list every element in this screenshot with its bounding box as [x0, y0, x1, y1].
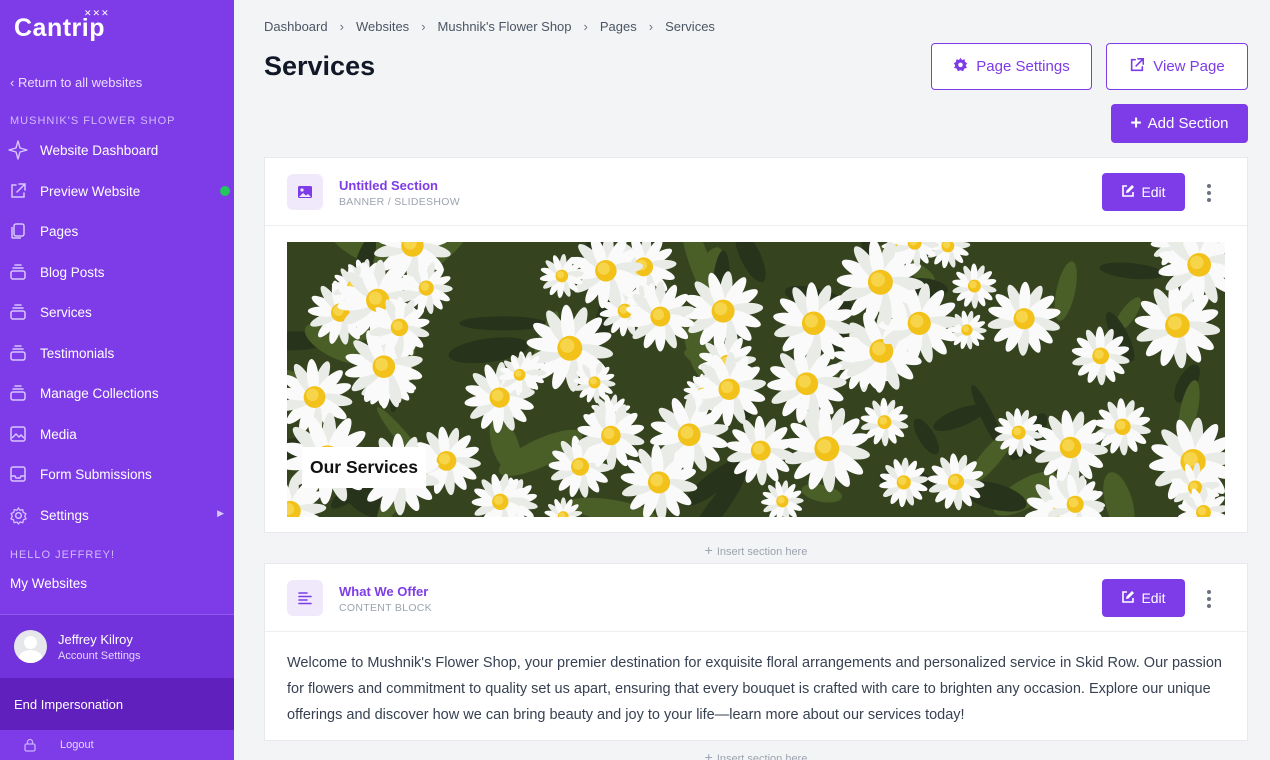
- page-settings-label: Page Settings: [976, 58, 1070, 75]
- text-align-icon: [287, 580, 323, 616]
- breadcrumb-dashboard[interactable]: Dashboard: [264, 19, 328, 34]
- sidebar-item-label: Settings: [40, 507, 89, 523]
- my-websites-link[interactable]: My Websites: [10, 576, 87, 591]
- chevron-right-icon: ›: [339, 19, 344, 34]
- add-section-label: Add Section: [1147, 115, 1229, 132]
- sidebar-item-settings[interactable]: Settings ▶: [0, 497, 234, 533]
- sidebar-item-website-dashboard[interactable]: Website Dashboard: [0, 132, 234, 168]
- sidebar-item-label: Manage Collections: [40, 385, 159, 401]
- sidebar-item-label: Blog Posts: [40, 264, 105, 280]
- sidebar-item-label: Website Dashboard: [40, 142, 159, 158]
- insert-section-label: Insert section here: [716, 546, 808, 558]
- chevron-right-icon: ›: [648, 19, 654, 34]
- banner-image: Our Services: [287, 242, 1225, 517]
- more-options-icon[interactable]: [1207, 590, 1211, 608]
- status-online-dot: [220, 186, 230, 196]
- image-icon: [1, 425, 35, 443]
- daisy-flowers-image: [287, 242, 1225, 517]
- sidebar-item-blog-posts[interactable]: Blog Posts: [0, 254, 234, 290]
- inbox-icon: [1, 465, 35, 483]
- logout-button[interactable]: Logout: [0, 730, 234, 760]
- plus-icon: +: [704, 542, 713, 558]
- image-icon: [287, 174, 323, 210]
- add-section-button[interactable]: + Add Section: [1111, 104, 1248, 143]
- hello-label: HELLO JEFFREY!: [10, 549, 116, 561]
- gear-icon: [1, 506, 35, 525]
- sidebar: Cantrip ✕✕✕ ‹ Return to all websites MUS…: [0, 0, 234, 760]
- collection-icon: [1, 344, 35, 362]
- edit-label: Edit: [1141, 184, 1166, 200]
- cantrip-logo[interactable]: Cantrip ✕✕✕: [14, 8, 109, 43]
- sidebar-item-form-submissions[interactable]: Form Submissions: [0, 456, 234, 492]
- user-account[interactable]: Jeffrey Kilroy Account Settings: [0, 614, 234, 678]
- collection-icon: [1, 384, 35, 402]
- external-link-icon: [1, 182, 35, 200]
- sidebar-item-testimonials[interactable]: Testimonials: [0, 335, 234, 371]
- sidebar-item-label: Services: [40, 304, 92, 320]
- section-header: Untitled Section BANNER / SLIDESHOW Edit: [265, 158, 1247, 226]
- chevron-right-icon: ›: [583, 19, 588, 34]
- lock-icon: [0, 738, 60, 752]
- breadcrumb: Dashboard › Websites › Mushnik's Flower …: [264, 19, 715, 34]
- sidebar-item-preview-website[interactable]: Preview Website: [0, 173, 234, 209]
- insert-section-button[interactable]: + Insert section here: [264, 542, 1248, 558]
- section-title[interactable]: Untitled Section: [339, 178, 438, 193]
- gear-icon: [953, 57, 968, 76]
- section-type: CONTENT BLOCK: [339, 602, 432, 614]
- chevron-right-icon: ›: [421, 19, 426, 34]
- end-impersonation-button[interactable]: End Impersonation: [0, 678, 234, 730]
- view-page-label: View Page: [1153, 58, 1225, 75]
- breadcrumb-pages[interactable]: Pages: [600, 19, 637, 34]
- account-settings-link[interactable]: Account Settings: [58, 650, 141, 662]
- edit-section-button[interactable]: Edit: [1102, 173, 1185, 211]
- edit-icon: [1121, 590, 1135, 607]
- submenu-arrow-icon: ▶: [217, 508, 224, 518]
- sidebar-item-pages[interactable]: Pages: [0, 213, 234, 249]
- content-body: Welcome to Mushnik's Flower Shop, your p…: [287, 655, 1222, 723]
- return-to-websites-link[interactable]: ‹ Return to all websites: [10, 75, 142, 90]
- sidebar-item-label: Media: [40, 426, 77, 442]
- sparkle-icon: [1, 140, 35, 160]
- insert-section-button[interactable]: + Insert section here: [264, 749, 1248, 760]
- site-section-label: MUSHNIK'S FLOWER SHOP: [10, 115, 176, 127]
- breadcrumb-site[interactable]: Mushnik's Flower Shop: [438, 19, 572, 34]
- page-settings-button[interactable]: Page Settings: [931, 43, 1092, 90]
- section-card-content: What We Offer CONTENT BLOCK Edit Welcome…: [264, 563, 1248, 741]
- view-page-button[interactable]: View Page: [1106, 43, 1248, 90]
- external-link-icon: [1129, 57, 1145, 77]
- more-options-icon[interactable]: [1207, 184, 1211, 202]
- plus-icon: +: [1130, 113, 1142, 134]
- edit-icon: [1121, 184, 1135, 201]
- sidebar-item-media[interactable]: Media: [0, 416, 234, 452]
- edit-label: Edit: [1141, 590, 1166, 606]
- page-title: Services: [264, 51, 376, 81]
- logout-label: Logout: [60, 739, 94, 751]
- edit-section-button[interactable]: Edit: [1102, 579, 1185, 617]
- logo-sparkle-icon: ✕✕✕: [84, 8, 110, 18]
- sidebar-item-label: Testimonials: [40, 345, 115, 361]
- collection-icon: [1, 263, 35, 281]
- section-header: What We Offer CONTENT BLOCK Edit: [265, 564, 1247, 632]
- breadcrumb-websites[interactable]: Websites: [356, 19, 409, 34]
- sidebar-item-services[interactable]: Services: [0, 294, 234, 330]
- pages-icon: [1, 222, 35, 240]
- sidebar-item-label: Form Submissions: [40, 466, 152, 482]
- collection-icon: [1, 303, 35, 321]
- user-name: Jeffrey Kilroy: [58, 632, 133, 647]
- section-title[interactable]: What We Offer: [339, 584, 428, 599]
- section-type: BANNER / SLIDESHOW: [339, 196, 460, 208]
- plus-icon: +: [704, 749, 713, 760]
- sidebar-item-label: Pages: [40, 223, 79, 239]
- insert-section-label: Insert section here: [716, 753, 808, 760]
- avatar: [14, 630, 47, 663]
- section-card-banner: Untitled Section BANNER / SLIDESHOW Edit…: [264, 157, 1248, 533]
- sidebar-item-manage-collections[interactable]: Manage Collections: [0, 375, 234, 411]
- banner-heading: Our Services: [302, 447, 426, 488]
- breadcrumb-current: Services: [665, 19, 715, 34]
- sidebar-item-label: Preview Website: [40, 183, 141, 199]
